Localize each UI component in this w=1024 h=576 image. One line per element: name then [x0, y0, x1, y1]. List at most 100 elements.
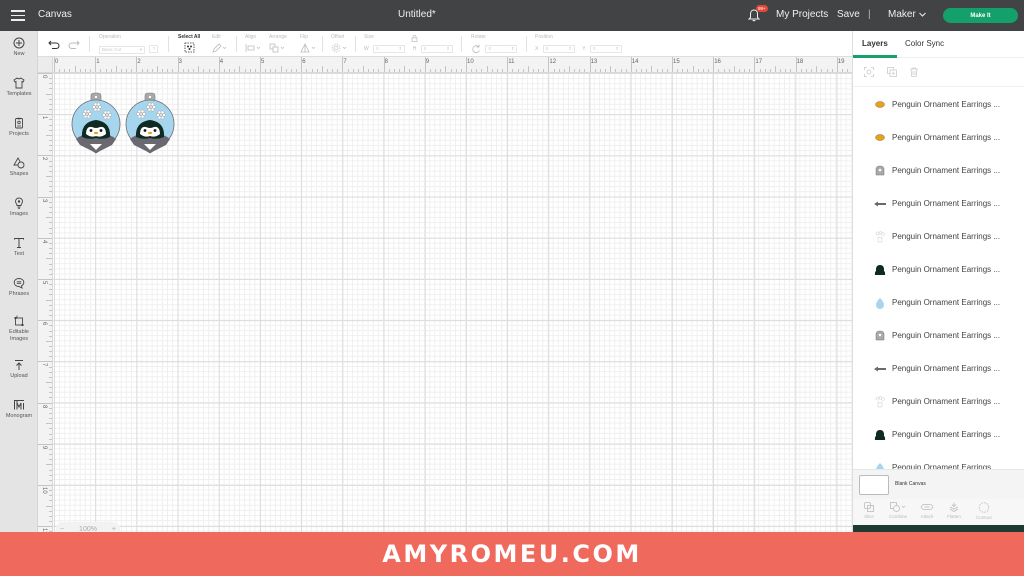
tab-layers[interactable]: Layers: [862, 39, 888, 48]
ruler-tick: [49, 309, 52, 311]
contour-label: Contour: [975, 515, 992, 520]
sidebar-item-images[interactable]: Images: [0, 197, 38, 218]
layer-item[interactable]: Penguin Ornament Earrings ...: [853, 451, 1024, 469]
ruler-tick: [49, 345, 52, 347]
layer-item[interactable]: Penguin Ornament Earrings ...: [853, 187, 1024, 220]
ruler-tick: [476, 69, 478, 72]
operation-label: Operation: [99, 34, 121, 40]
penguin-ornament-earring[interactable]: [124, 92, 176, 158]
offset-dropdown[interactable]: Offset: [331, 34, 347, 58]
ruler-tick: [620, 69, 622, 72]
sidebar-item-text[interactable]: Text: [0, 237, 38, 258]
snowflake-petal: [147, 102, 152, 107]
sidebar-item-upload[interactable]: Upload: [0, 359, 38, 380]
y-position-input[interactable]: 0 ⇕: [590, 44, 623, 53]
snowflake-petal: [86, 114, 91, 119]
select-all-button[interactable]: Select All: [178, 34, 200, 58]
sidebar-item-templates[interactable]: Templates: [0, 77, 38, 98]
chevron-down-icon[interactable]: [919, 11, 926, 18]
blank-canvas-swatch[interactable]: [859, 475, 889, 495]
penguin-beak: [94, 131, 98, 135]
ruler-tick: [352, 69, 354, 72]
ruler-tick: [656, 69, 658, 72]
document-title[interactable]: Untitled*: [398, 9, 436, 20]
layer-item[interactable]: Penguin Ornament Earrings ...: [853, 253, 1024, 286]
ruler-tick: [162, 69, 164, 72]
ruler-tick: [702, 69, 704, 72]
sidebar-item-projects[interactable]: Projects: [0, 117, 38, 138]
ruler-tick: [630, 57, 632, 72]
ruler-tick: [49, 103, 52, 105]
ruler-tick: [46, 340, 52, 342]
flip-dropdown[interactable]: Flip: [300, 34, 316, 58]
ruler-tick: [780, 69, 782, 72]
group-icon[interactable]: [864, 67, 874, 77]
machine-selector[interactable]: Maker: [888, 9, 916, 20]
operation-select[interactable]: Basic Cut ▾: [99, 45, 145, 54]
sidebar-item-phrases[interactable]: Phrases: [0, 277, 38, 298]
sidebar-item-editable-images[interactable]: Editable Images: [0, 315, 38, 343]
undo-icon[interactable]: [48, 40, 60, 49]
height-input[interactable]: 0 ⇕: [420, 44, 453, 53]
ruler-tick: [404, 66, 406, 72]
layer-item[interactable]: Penguin Ornament Earrings ...: [853, 319, 1024, 352]
ruler-tick: [326, 69, 328, 72]
ruler-tick: [46, 464, 52, 466]
ruler-tick: [167, 69, 169, 72]
attach-button[interactable]: Attach: [913, 502, 941, 519]
ruler-tick: [38, 443, 52, 445]
ruler-tick: [38, 320, 52, 322]
redo-icon[interactable]: [68, 40, 80, 49]
arrange-dropdown[interactable]: Arrange: [269, 34, 287, 58]
make-it-button[interactable]: Make It: [943, 8, 1018, 23]
arrange-label: Arrange: [269, 34, 287, 40]
rotate-input[interactable]: 0 ⇕: [485, 44, 518, 53]
ruler-tick: [769, 69, 771, 72]
snowflake-petal: [106, 110, 111, 115]
ruler-tick: [49, 273, 52, 275]
cricut-design-space-app: Canvas Untitled* 99+ My Projects Save | …: [0, 0, 1024, 576]
ruler-tick: [260, 57, 261, 72]
watermark-banner: AMYROMEU.COM: [0, 532, 1024, 576]
width-input[interactable]: 0 ⇕: [373, 44, 406, 53]
sidebar-item-monogram[interactable]: Monogram: [0, 399, 38, 420]
hamburger-menu-icon[interactable]: [11, 10, 25, 21]
layer-item[interactable]: Penguin Ornament Earrings ...: [853, 121, 1024, 154]
align-dropdown[interactable]: Align: [245, 34, 261, 58]
layer-item[interactable]: Penguin Ornament Earrings ...: [853, 418, 1024, 451]
ruler-tick: [429, 69, 431, 72]
ruler-tick: [54, 57, 55, 72]
ruler-h-label: 19: [837, 59, 845, 65]
layer-item[interactable]: Penguin Ornament Earrings ...: [853, 154, 1024, 187]
delete-icon[interactable]: [909, 67, 919, 77]
lock-icon[interactable]: [411, 35, 418, 42]
edit-dropdown[interactable]: Edit: [212, 34, 227, 58]
ruler-h-label: 12: [549, 59, 557, 65]
penguin-ornament-earring[interactable]: [70, 92, 122, 158]
duplicate-icon[interactable]: [887, 67, 897, 77]
layer-item[interactable]: Penguin Ornament Earrings ...: [853, 385, 1024, 418]
slice-button[interactable]: Slice: [855, 502, 883, 519]
layer-item[interactable]: Penguin Ornament Earrings ...: [853, 88, 1024, 121]
my-projects-link[interactable]: My Projects: [776, 9, 828, 20]
operation-help-button[interactable]: ?: [149, 44, 159, 53]
save-button[interactable]: Save: [837, 9, 860, 20]
combine-button[interactable]: Combine: [884, 502, 912, 519]
contour-button[interactable]: Contour: [970, 502, 998, 520]
penguin-face: [140, 126, 160, 137]
ruler-tick: [744, 69, 746, 72]
ruler-tick: [49, 490, 52, 492]
layer-item[interactable]: Penguin Ornament Earrings ...: [853, 220, 1024, 253]
sidebar-item-new[interactable]: New: [0, 37, 38, 58]
rotate-label: Rotate: [471, 34, 486, 40]
ruler-tick: [460, 69, 462, 72]
snowflake-petal: [140, 114, 145, 119]
layer-item[interactable]: Penguin Ornament Earrings ...: [853, 286, 1024, 319]
ruler-tick: [136, 57, 138, 72]
layer-item[interactable]: Penguin Ornament Earrings ...: [853, 352, 1024, 385]
sidebar-item-shapes[interactable]: Shapes: [0, 157, 38, 178]
ruler-h-label: 9: [425, 59, 430, 65]
flatten-button[interactable]: Flatten: [940, 502, 968, 519]
x-position-input[interactable]: 0 ⇕: [542, 44, 575, 53]
tab-color-sync[interactable]: Color Sync: [905, 39, 944, 48]
